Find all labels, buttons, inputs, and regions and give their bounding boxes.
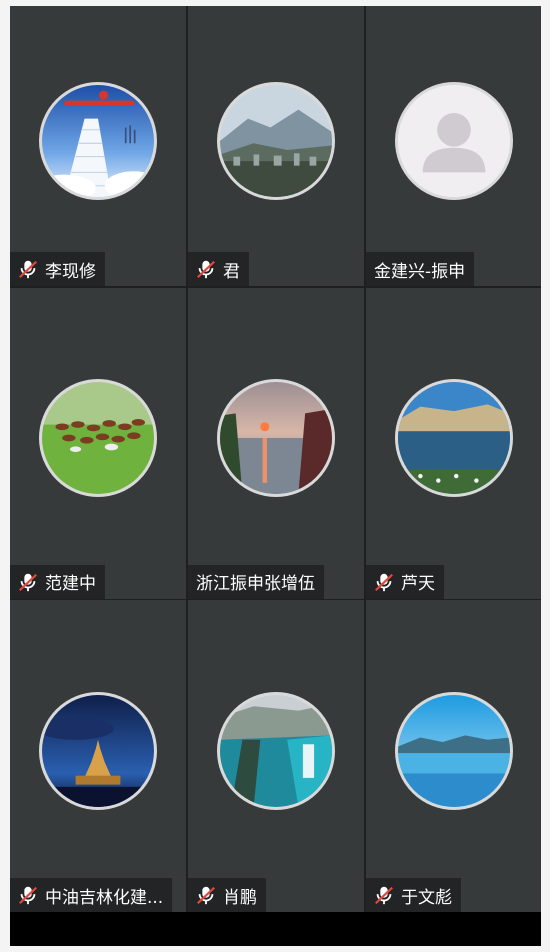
participant-avatar: [394, 379, 513, 497]
participant-name: 中油吉林化建...: [45, 887, 164, 908]
participant-nameplate: 君: [188, 252, 249, 286]
default-person-icon: [397, 85, 510, 197]
bottom-bar: [10, 912, 541, 946]
participant-avatar: [39, 82, 157, 200]
participant-tile[interactable]: 范建中: [10, 287, 186, 599]
participant-name: 范建中: [45, 574, 96, 594]
participant-nameplate: 李现修: [10, 252, 105, 286]
participant-tile[interactable]: 芦天: [366, 287, 541, 599]
participant-nameplate: 浙江振申张增伍: [188, 564, 324, 599]
muted-microphone-icon: [18, 573, 38, 591]
participant-nameplate: 于文彪: [366, 878, 461, 912]
participant-name: 芦天: [401, 574, 435, 594]
calm-lake-picture: [397, 695, 510, 807]
participant-tile[interactable]: 于文彪: [366, 600, 541, 912]
participant-avatar: [39, 379, 157, 497]
muted-microphone-icon: [18, 260, 38, 279]
participant-name: 君: [223, 261, 240, 282]
participant-tile[interactable]: 中油吉林化建...: [10, 600, 186, 912]
running-horses-picture: [42, 382, 154, 494]
participant-avatar: [39, 692, 157, 810]
participant-name: 肖鹏: [223, 887, 257, 908]
muted-microphone-icon: [374, 573, 394, 591]
participant-avatar: [217, 692, 335, 810]
muted-microphone-icon: [196, 886, 216, 905]
muted-microphone-icon: [196, 260, 216, 279]
participant-avatar: [394, 692, 513, 810]
participant-avatar: [217, 82, 335, 200]
participant-name: 金建兴-振申: [374, 261, 466, 282]
participant-nameplate: 肖鹏: [188, 878, 266, 912]
participant-nameplate: 金建兴-振申: [366, 252, 475, 286]
participant-nameplate: 范建中: [10, 564, 105, 599]
night-castle-picture: [42, 695, 154, 807]
participant-tile[interactable]: 肖鹏: [188, 600, 364, 912]
participant-tile[interactable]: 李现修: [10, 6, 186, 286]
participant-tile[interactable]: 浙江振申张增伍: [188, 287, 364, 599]
lake-cliffs-picture: [397, 382, 510, 494]
stairway-to-clouds-picture: [42, 85, 154, 197]
participant-avatar: [217, 379, 335, 497]
mountain-town-picture: [220, 85, 332, 197]
muted-microphone-icon: [374, 886, 394, 905]
participant-grid: 李现修 君 金建兴-振申 范建中 浙江振申张增伍 芦天 中油吉林化建... 肖鹏…: [10, 6, 541, 912]
participant-tile[interactable]: 金建兴-振申: [366, 6, 541, 286]
muted-microphone-icon: [18, 886, 38, 905]
participant-avatar: [394, 82, 513, 200]
video-call-window: 李现修 君 金建兴-振申 范建中 浙江振申张增伍 芦天 中油吉林化建... 肖鹏…: [10, 6, 541, 946]
river-waterfall-picture: [220, 695, 332, 807]
lake-sunset-picture: [220, 382, 332, 494]
participant-nameplate: 中油吉林化建...: [10, 878, 173, 912]
participant-name: 李现修: [45, 261, 96, 282]
participant-tile[interactable]: 君: [188, 6, 364, 286]
participant-nameplate: 芦天: [366, 564, 444, 599]
participant-name: 浙江振申张增伍: [196, 574, 315, 594]
participant-name: 于文彪: [401, 887, 452, 908]
